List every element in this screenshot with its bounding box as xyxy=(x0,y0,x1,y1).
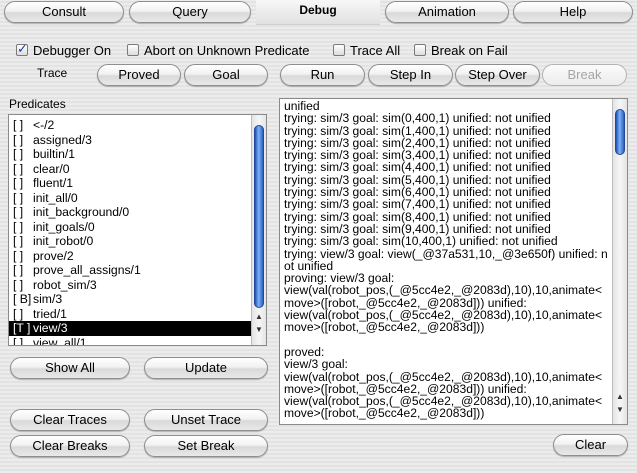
list-item[interactable]: [ ] <-/2 xyxy=(9,118,251,133)
predicate-flag: [ ] xyxy=(13,132,24,147)
list-item[interactable]: [ ] view_all/1 xyxy=(9,335,251,346)
clear-button[interactable]: Clear xyxy=(553,434,628,456)
predicate-flag: [ ] xyxy=(13,118,24,132)
predicate-name: view_all/1 xyxy=(33,335,87,346)
tab-help[interactable]: Help xyxy=(513,1,633,23)
predicate-flag: [ ] xyxy=(13,248,24,263)
predicates-list[interactable]: [ ] <-/2 [ ] assigned/3 [ ] builtin/1 [ ] clear… xyxy=(8,114,267,346)
predicate-flag: [ ] xyxy=(13,263,24,277)
predicate-flag: [ ] xyxy=(13,190,24,205)
predicate-flag: [ ] xyxy=(13,161,24,176)
predicate-flag: [ ] xyxy=(13,234,24,248)
predicate-flag: [ ] xyxy=(13,277,24,292)
trace-all-checkbox[interactable]: Trace All xyxy=(333,41,400,59)
scroll-up-arrow-icon[interactable]: ▲ xyxy=(613,391,627,403)
debugger-on-checkbox[interactable]: Debugger On xyxy=(16,41,111,59)
predicate-name: assigned/3 xyxy=(33,132,92,147)
abort-unknown-predicate-checkbox[interactable]: Abort on Unknown Predicate xyxy=(127,41,309,59)
checkbox-icon xyxy=(127,44,139,56)
list-item[interactable]: [ B] sim/3 xyxy=(9,292,251,307)
predicate-name: prove/2 xyxy=(33,248,74,263)
step-in-button[interactable]: Step In xyxy=(368,64,453,86)
predicate-name: view/3 xyxy=(33,321,68,335)
list-item[interactable]: [ ] robot_sim/3 xyxy=(9,278,251,293)
trace-label: Trace xyxy=(37,66,68,80)
list-item[interactable]: [ ] init_goals/0 xyxy=(9,220,251,235)
run-button[interactable]: Run xyxy=(280,64,365,86)
list-item[interactable]: [ ] clear/0 xyxy=(9,162,251,177)
scroll-up-arrow-icon[interactable]: ▲ xyxy=(252,311,266,323)
show-all-button[interactable]: Show All xyxy=(10,357,130,379)
set-break-button[interactable]: Set Break xyxy=(144,435,268,457)
clear-traces-button[interactable]: Clear Traces xyxy=(10,409,130,431)
predicate-name: fluent/1 xyxy=(33,176,73,190)
predicate-name: init_goals/0 xyxy=(33,219,95,234)
scroll-down-arrow-icon[interactable]: ▼ xyxy=(252,324,266,336)
predicates-label: Predicates xyxy=(9,97,66,111)
predicate-name: robot_sim/3 xyxy=(33,277,97,292)
predicate-flag: [ ] xyxy=(13,205,24,219)
tab-animation[interactable]: Animation xyxy=(385,1,509,23)
predicate-flag: [ ] xyxy=(13,335,24,346)
trace-output-area[interactable]: unified trying: sim/3 goal: sim(0,400,1)… xyxy=(279,98,628,425)
break-on-fail-checkbox[interactable]: Break on Fail xyxy=(414,41,508,59)
goal-button[interactable]: Goal xyxy=(184,64,268,86)
scroll-thumb[interactable] xyxy=(254,125,264,308)
scroll-down-arrow-icon[interactable]: ▼ xyxy=(613,404,627,416)
predicate-name: init_robot/0 xyxy=(33,234,94,248)
unset-trace-button[interactable]: Unset Trace xyxy=(144,409,268,431)
predicate-name: <-/2 xyxy=(33,118,55,132)
predicates-scrollbar[interactable]: ▲ ▼ xyxy=(251,115,266,345)
list-item[interactable]: [ ] prove/2 xyxy=(9,249,251,264)
predicate-flag: [ ] xyxy=(13,219,24,234)
proved-button[interactable]: Proved xyxy=(97,64,181,86)
predicate-name: prove_all_assigns/1 xyxy=(33,263,141,277)
list-item[interactable]: [ ] tried/1 xyxy=(9,307,251,322)
predicate-flag: [ ] xyxy=(13,176,24,190)
clear-breaks-button[interactable]: Clear Breaks xyxy=(10,435,130,457)
list-item[interactable]: [ ] init_background/0 xyxy=(9,205,251,220)
break-on-fail-label: Break on Fail xyxy=(431,42,508,58)
abort-unknown-label: Abort on Unknown Predicate xyxy=(144,42,310,58)
trace-output-scrollbar[interactable]: ▲ ▼ xyxy=(612,99,627,424)
trace-all-label: Trace All xyxy=(350,42,401,58)
tab-debug[interactable]: Debug xyxy=(256,0,380,25)
list-item[interactable]: [ ] builtin/1 xyxy=(9,147,251,162)
list-item[interactable]: [T ] view/3 xyxy=(9,321,251,336)
tab-query[interactable]: Query xyxy=(129,1,251,23)
predicate-name: tried/1 xyxy=(33,306,67,321)
predicate-flag: [T ] xyxy=(13,321,31,335)
predicate-name: builtin/1 xyxy=(33,147,76,161)
predicate-name: sim/3 xyxy=(33,292,63,306)
checkbox-icon xyxy=(333,44,345,56)
predicate-flag: [ ] xyxy=(13,147,24,161)
debugger-on-label: Debugger On xyxy=(33,42,112,58)
list-item[interactable]: [ ] fluent/1 xyxy=(9,176,251,191)
list-item[interactable]: [ ] init_all/0 xyxy=(9,191,251,206)
predicate-name: init_background/0 xyxy=(33,205,130,219)
list-item[interactable]: [ ] init_robot/0 xyxy=(9,234,251,249)
predicate-flag: [ ] xyxy=(13,306,24,321)
predicate-flag: [ B] xyxy=(13,292,32,306)
checkbox-icon xyxy=(414,44,426,56)
step-over-button[interactable]: Step Over xyxy=(455,64,540,86)
break-button[interactable]: Break xyxy=(542,64,627,86)
list-item[interactable]: [ ] assigned/3 xyxy=(9,133,251,148)
checkbox-checked-icon xyxy=(16,42,28,57)
list-item[interactable]: [ ] prove_all_assigns/1 xyxy=(9,263,251,278)
trace-output-text: unified trying: sim/3 goal: sim(0,400,1)… xyxy=(284,99,608,421)
update-button[interactable]: Update xyxy=(144,357,268,379)
predicate-name: clear/0 xyxy=(33,161,70,176)
predicate-name: init_all/0 xyxy=(33,190,78,205)
scroll-thumb[interactable] xyxy=(615,109,625,155)
tab-consult[interactable]: Consult xyxy=(4,1,124,23)
